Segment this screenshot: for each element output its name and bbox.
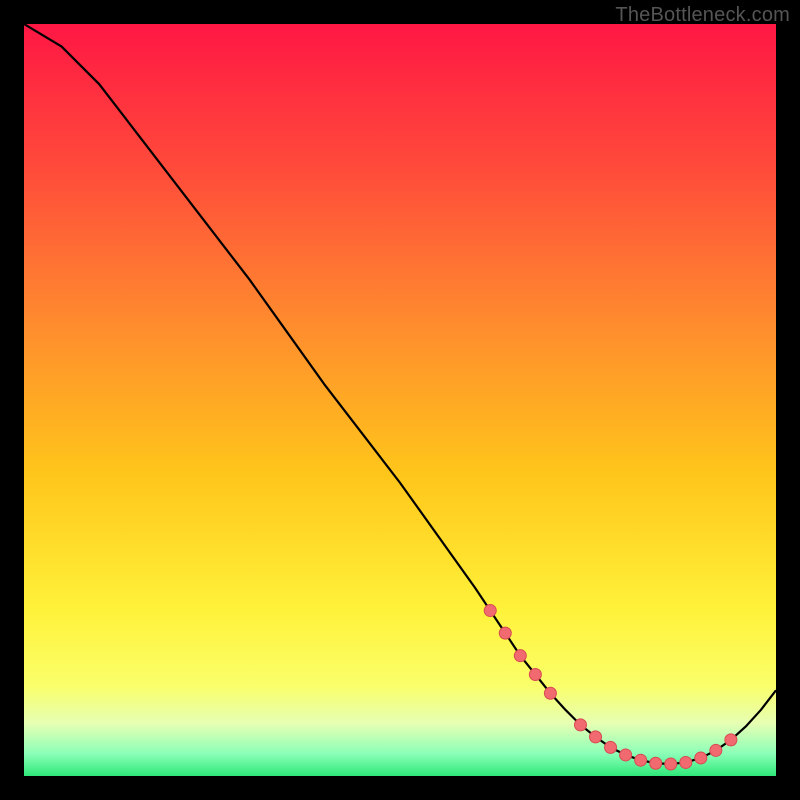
chart-svg	[24, 24, 776, 776]
marker-point	[574, 719, 586, 731]
marker-point	[650, 757, 662, 769]
marker-point	[725, 734, 737, 746]
marker-point	[544, 687, 556, 699]
watermark-text: TheBottleneck.com	[615, 4, 790, 27]
marker-point	[680, 756, 692, 768]
marker-point	[590, 731, 602, 743]
marker-point	[484, 605, 496, 617]
plot-area	[24, 24, 776, 776]
gradient-background	[24, 24, 776, 776]
marker-point	[605, 741, 617, 753]
marker-point	[665, 758, 677, 770]
marker-point	[635, 754, 647, 766]
chart-frame: TheBottleneck.com	[0, 0, 800, 800]
marker-point	[620, 749, 632, 761]
marker-point	[710, 744, 722, 756]
marker-point	[695, 752, 707, 764]
marker-point	[529, 668, 541, 680]
marker-point	[499, 627, 511, 639]
marker-point	[514, 650, 526, 662]
